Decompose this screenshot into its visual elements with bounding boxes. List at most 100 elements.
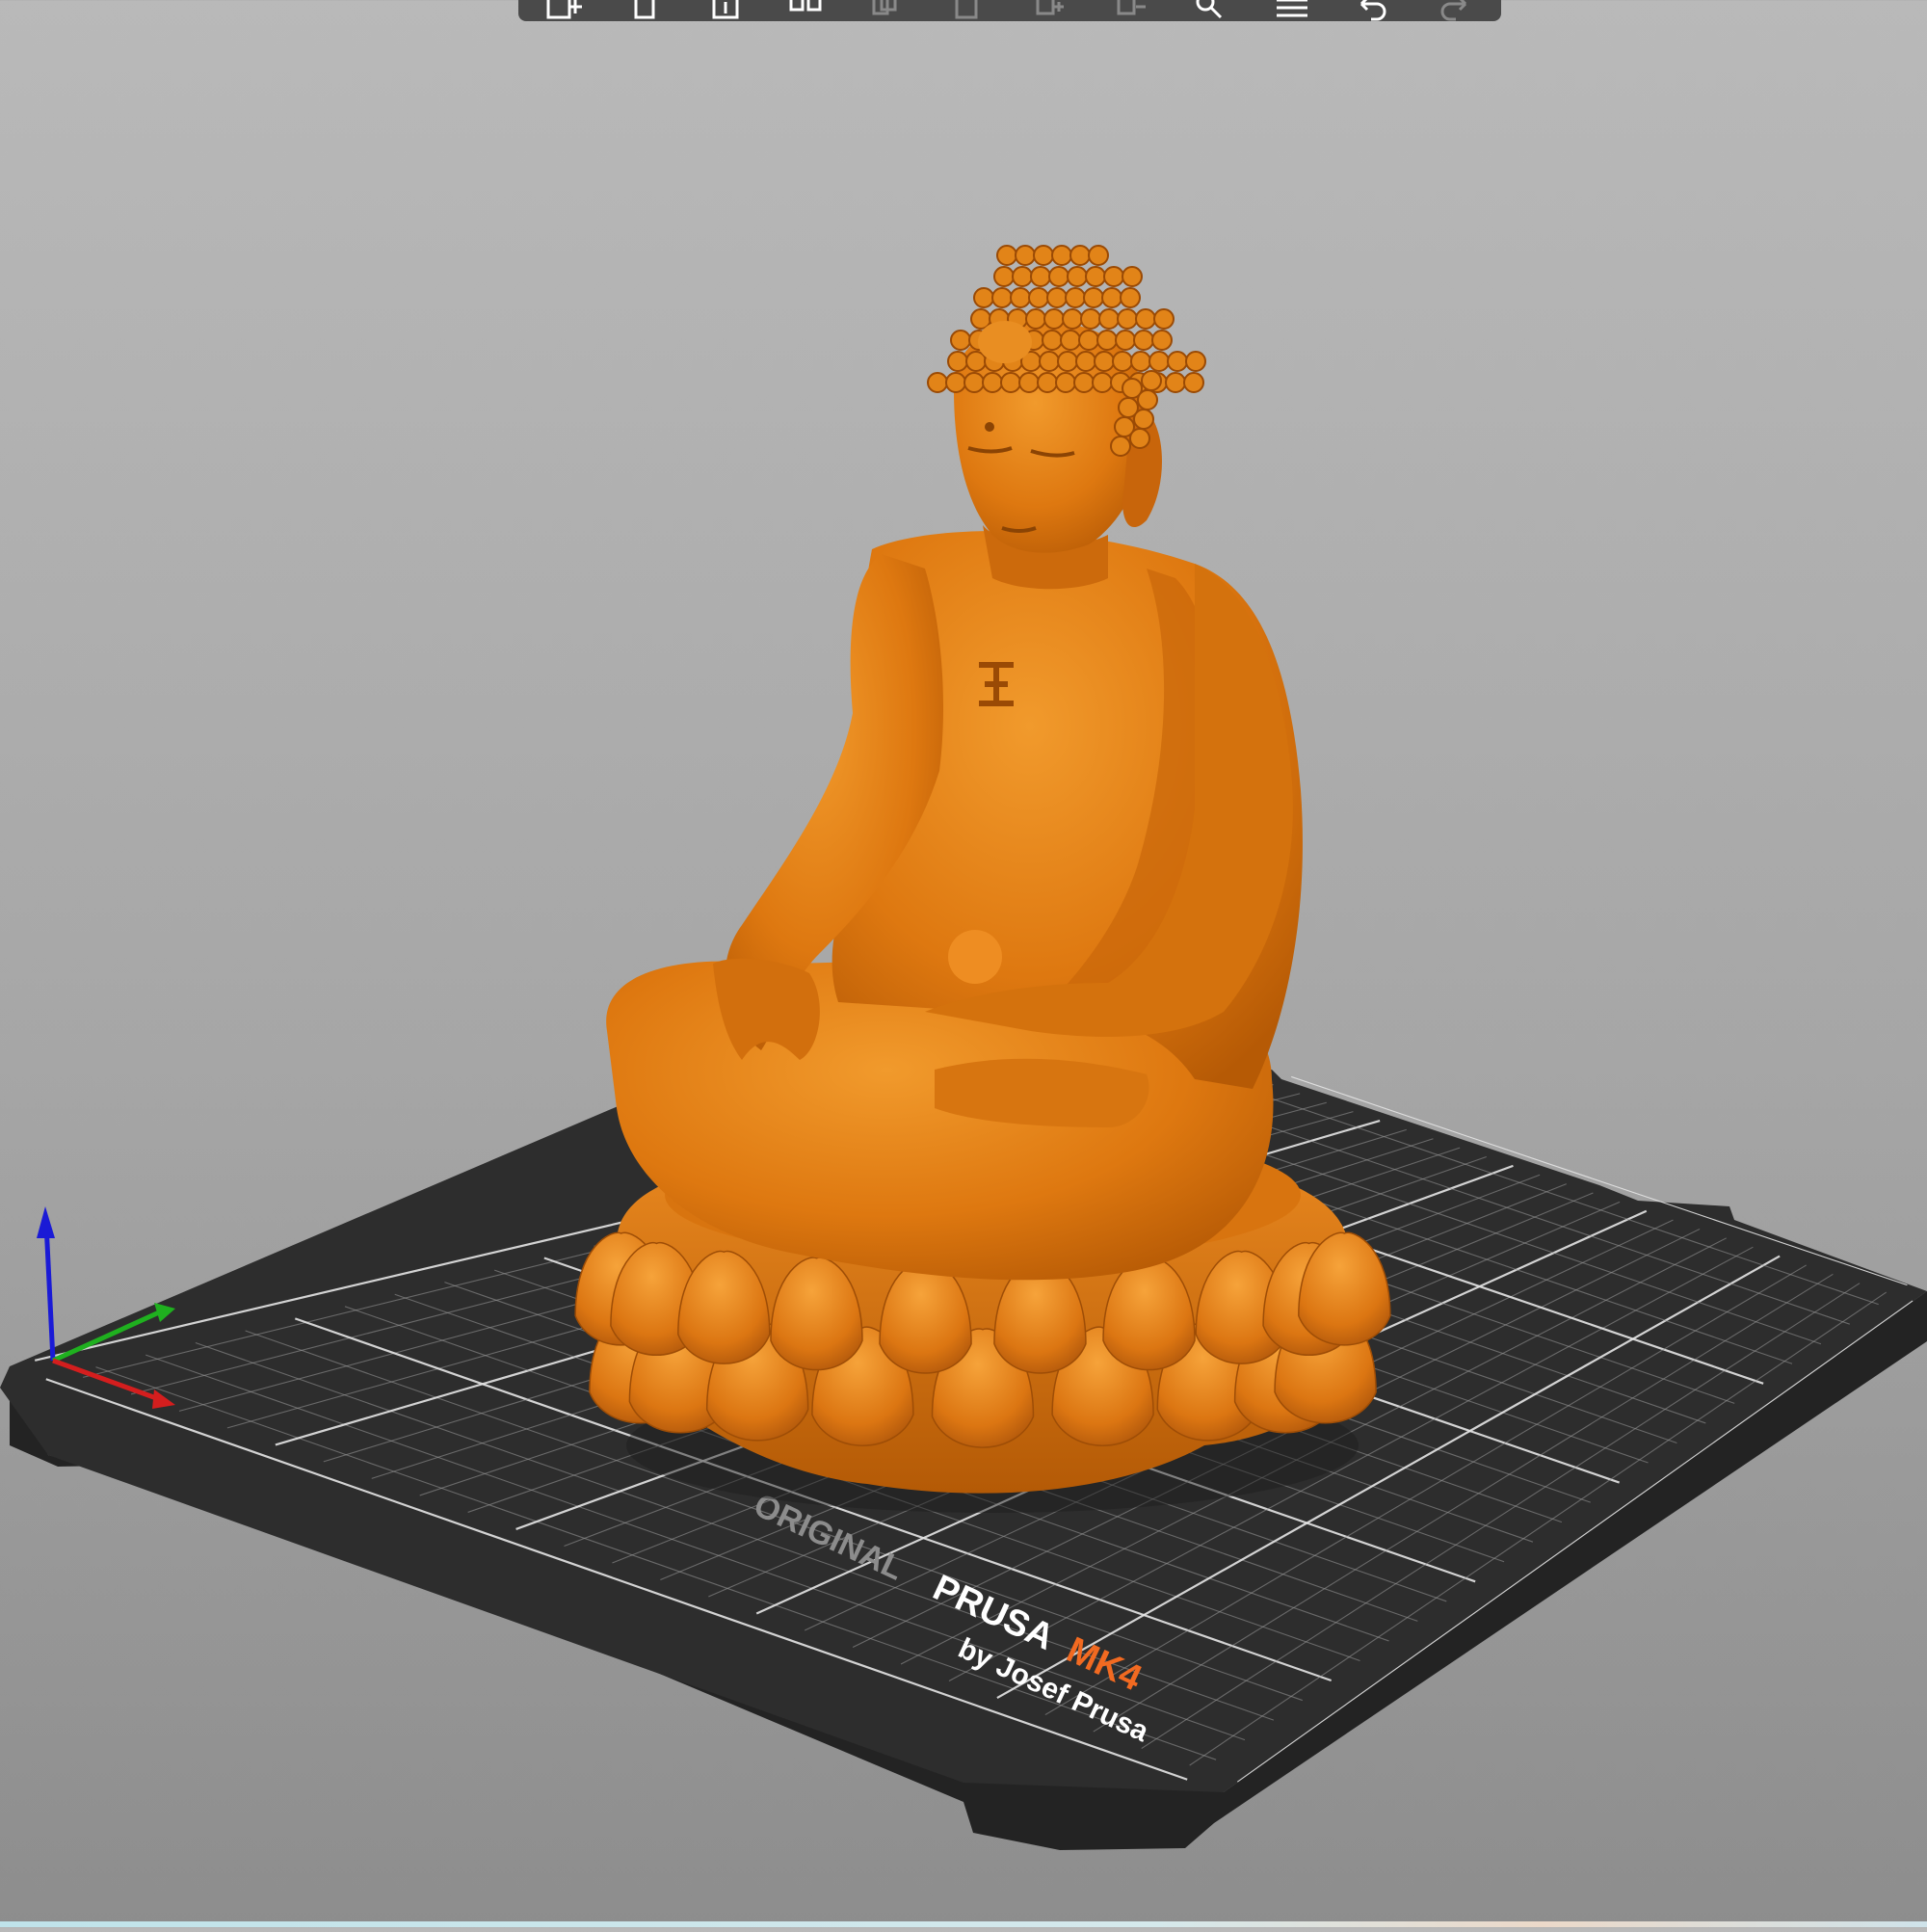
hair-curl <box>1120 287 1141 308</box>
undo-icon <box>1359 0 1386 21</box>
hair-curl <box>1015 245 1036 266</box>
arrange-button[interactable] <box>777 0 836 21</box>
top-toolbar <box>518 0 1501 21</box>
hair-curl <box>1129 428 1150 449</box>
hair-curl <box>982 372 1003 393</box>
hair-curl <box>1012 266 1033 287</box>
hair-curl <box>1151 330 1173 351</box>
hair-curl <box>970 308 991 330</box>
status-bar-edge <box>0 1921 1927 1927</box>
hair-curl <box>1133 409 1154 430</box>
z-axis <box>43 1223 56 1362</box>
arrange-icon <box>789 0 822 12</box>
paste-button[interactable] <box>938 0 998 21</box>
hair-curl <box>1046 287 1068 308</box>
hair-curl <box>1137 389 1158 410</box>
paste-icon <box>955 0 978 19</box>
hair-curl <box>1043 308 1065 330</box>
hair-curl <box>1055 372 1076 393</box>
hair-curl <box>945 372 966 393</box>
hair-curl <box>1080 308 1101 330</box>
hair-curl <box>1153 308 1175 330</box>
layers-icon <box>1277 0 1307 17</box>
hair-curl <box>1085 266 1106 287</box>
scene-canvas[interactable]: ORIGINAL PRUSA MK4 by Josef Prusa <box>0 0 1927 1927</box>
statue-urna <box>985 422 994 432</box>
hair-curl <box>1092 372 1113 393</box>
trash-icon <box>634 0 655 19</box>
hair-curl <box>1135 308 1156 330</box>
hair-curl <box>1037 372 1058 393</box>
instance-plus-icon <box>1036 0 1064 15</box>
hair-curl <box>927 372 948 393</box>
hair-curl <box>1183 372 1204 393</box>
hair-curl <box>1115 330 1136 351</box>
hair-curl <box>1051 245 1072 266</box>
undo-button[interactable] <box>1343 0 1403 21</box>
hair-curl <box>1073 372 1095 393</box>
hair-curl <box>1042 330 1063 351</box>
hair-curl <box>964 372 985 393</box>
hair-curl <box>1148 351 1170 372</box>
hair-curl <box>1057 351 1078 372</box>
hair-curl <box>1039 351 1060 372</box>
hair-curl <box>1110 436 1131 457</box>
hair-curl <box>1112 351 1133 372</box>
layers-editing-button[interactable] <box>1262 0 1322 21</box>
hair-curl <box>950 330 971 351</box>
buddha-model[interactable] <box>574 245 1391 1513</box>
hair-curl <box>1075 351 1096 372</box>
hair-curl <box>1062 308 1083 330</box>
hair-curl <box>1083 287 1104 308</box>
copy-icon <box>872 0 897 15</box>
hair-curl <box>1117 308 1138 330</box>
search-icon <box>1196 0 1223 19</box>
hair-curl <box>1067 266 1088 287</box>
delete-button[interactable] <box>615 0 674 21</box>
hair-curl <box>1030 266 1051 287</box>
z-axis-arrow <box>37 1206 55 1238</box>
trash-all-icon <box>712 0 739 19</box>
redo-icon <box>1440 0 1467 21</box>
copy-button[interactable] <box>858 0 917 21</box>
hair-curl <box>965 351 987 372</box>
hair-curl <box>1122 266 1143 287</box>
hair-curl <box>1185 351 1206 372</box>
remove-instance-button[interactable] <box>1100 0 1160 21</box>
hair-curl <box>1048 266 1069 287</box>
hair-curl <box>1000 372 1021 393</box>
redo-button[interactable] <box>1424 0 1484 21</box>
hair-ornament <box>978 321 1032 363</box>
3d-viewport[interactable]: ORIGINAL PRUSA MK4 by Josef Prusa <box>0 0 1927 1927</box>
hair-curl <box>1078 330 1099 351</box>
instance-minus-icon <box>1117 0 1146 15</box>
hair-curl <box>996 245 1017 266</box>
hair-curl <box>1096 330 1118 351</box>
hair-curl <box>1088 245 1109 266</box>
hair-curl <box>1130 351 1151 372</box>
delete-all-button[interactable] <box>696 0 755 21</box>
hair-curl <box>1028 287 1049 308</box>
hair-curl <box>1098 308 1120 330</box>
hair-curl <box>1018 372 1040 393</box>
hair-curl <box>1133 330 1154 351</box>
hair-curl <box>993 266 1015 287</box>
hair-curl <box>1101 287 1122 308</box>
add-instance-button[interactable] <box>1019 0 1079 21</box>
search-button[interactable] <box>1181 0 1241 21</box>
hair-curl <box>1033 245 1054 266</box>
hair-curl <box>1167 351 1188 372</box>
hair-curl <box>1103 266 1124 287</box>
hair-curl <box>1069 245 1091 266</box>
hair-curl <box>1094 351 1115 372</box>
hair-curl <box>1065 287 1086 308</box>
hair-curl <box>1141 370 1162 391</box>
cube-plus-icon <box>546 0 582 19</box>
statue-pearl <box>948 930 1002 984</box>
hair-curl <box>1060 330 1081 351</box>
hair-curl <box>1010 287 1031 308</box>
hair-curl <box>991 287 1013 308</box>
add-object-button[interactable] <box>534 0 594 21</box>
hair-curl <box>973 287 994 308</box>
hair-curl <box>947 351 968 372</box>
